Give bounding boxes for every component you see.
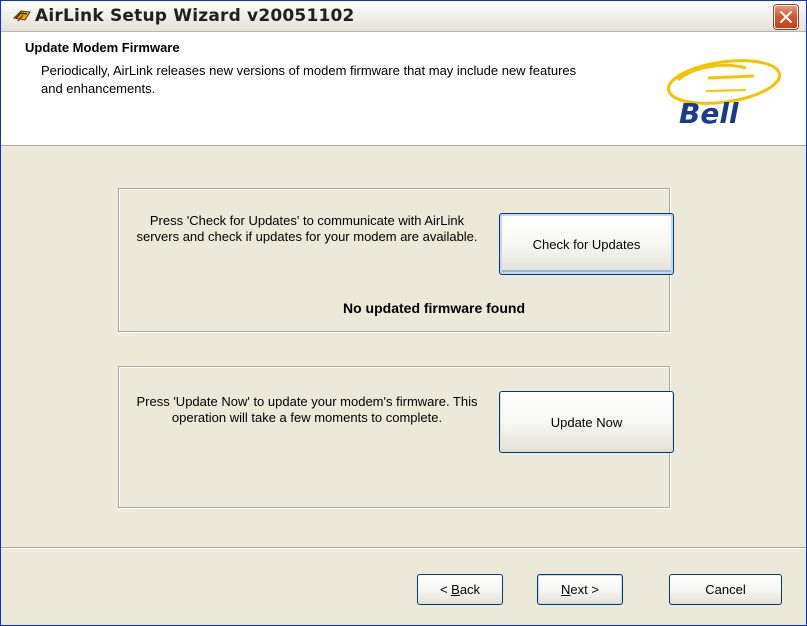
cancel-button[interactable]: Cancel xyxy=(669,574,782,605)
back-button[interactable]: < Back xyxy=(417,574,503,605)
next-button-label: Next > xyxy=(561,582,599,597)
page-title: Update Modem Firmware xyxy=(25,40,180,55)
close-button[interactable] xyxy=(774,5,798,29)
close-icon xyxy=(779,10,793,24)
setup-wizard-window: AirLink Setup Wizard v20051102 Update Mo… xyxy=(0,0,807,626)
update-now-group: Press 'Update Now' to update your modem'… xyxy=(118,366,674,508)
title-bar[interactable]: AirLink Setup Wizard v20051102 xyxy=(1,1,806,32)
back-button-label: < Back xyxy=(439,582,481,597)
page-description: Periodically, AirLink releases new versi… xyxy=(41,63,577,96)
bell-logo: Bell xyxy=(646,46,791,136)
check-instruction: Press 'Check for Updates' to communicate… xyxy=(136,213,478,244)
next-button[interactable]: Next > xyxy=(537,574,623,605)
check-for-updates-button[interactable]: Check for Updates xyxy=(499,213,674,275)
check-updates-group: Press 'Check for Updates' to communicate… xyxy=(118,188,674,332)
update-now-button[interactable]: Update Now xyxy=(499,391,674,453)
svg-text:Bell: Bell xyxy=(679,97,739,130)
firmware-status: No updated firmware found xyxy=(343,300,525,316)
airlink-icon xyxy=(12,9,31,23)
update-instruction: Press 'Update Now' to update your modem'… xyxy=(136,394,478,425)
footer-separator xyxy=(1,547,806,549)
window-title: AirLink Setup Wizard v20051102 xyxy=(35,6,355,26)
